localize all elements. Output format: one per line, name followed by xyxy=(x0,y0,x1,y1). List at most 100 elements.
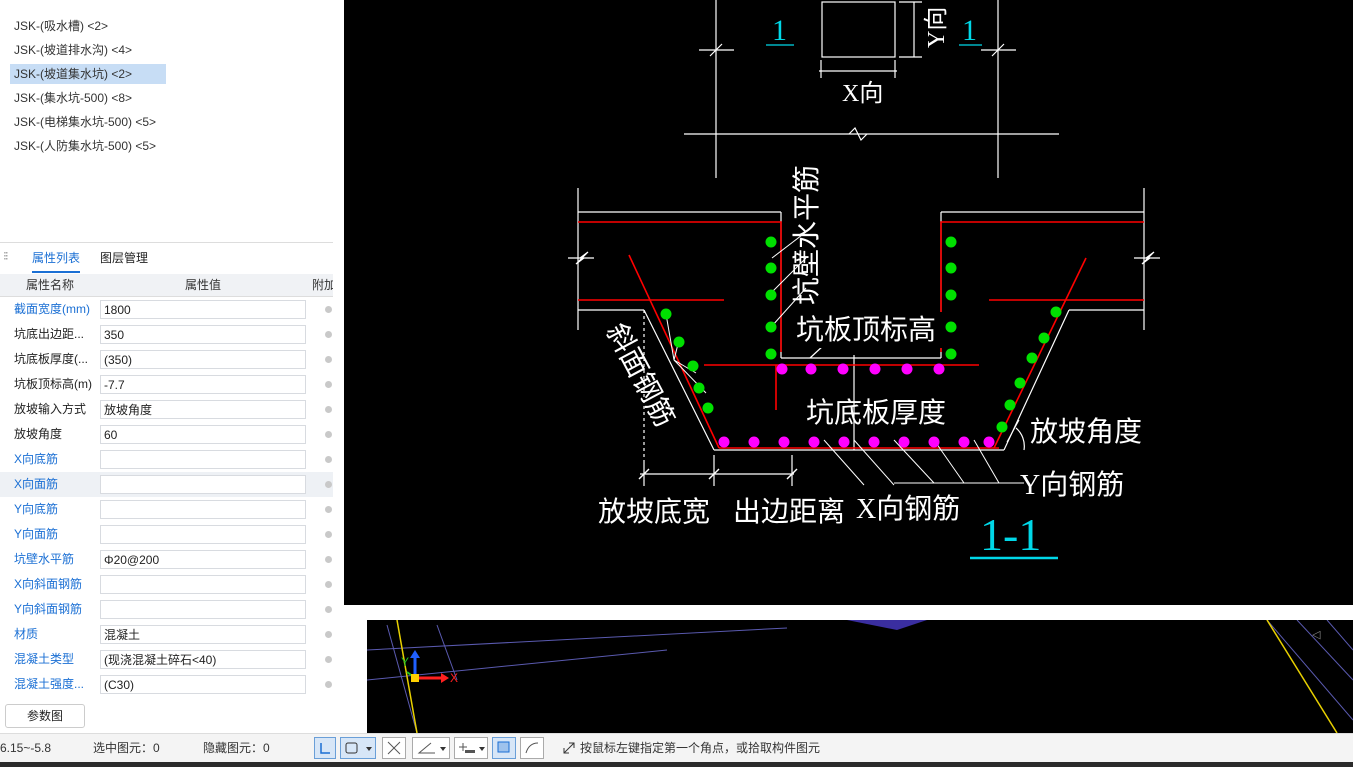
tab-properties[interactable]: 属性列表 xyxy=(32,249,81,273)
property-row[interactable]: Y向斜面钢筋 xyxy=(0,597,367,622)
property-name: 混凝土类型 xyxy=(14,652,75,666)
property-row[interactable]: 坑底出边距... 350 xyxy=(0,322,367,347)
property-row[interactable]: 放坡角度 60 xyxy=(0,422,367,447)
tree-item[interactable]: JSK-(吸水槽) <2> xyxy=(10,16,112,36)
extra-checkbox[interactable] xyxy=(325,506,332,513)
extra-checkbox[interactable] xyxy=(325,306,332,313)
property-row[interactable]: Y向底筋 xyxy=(0,497,367,522)
axis-gizmo: Y X xyxy=(401,650,458,685)
wall-horizontal-rebar-label: 坑壁水平筋 xyxy=(791,165,823,305)
ortho-toggle-button[interactable] xyxy=(314,737,336,759)
angle-snap-button[interactable] xyxy=(412,737,450,759)
panel-tabs: ⁝⁝ 属性列表 图层管理 xyxy=(0,242,333,273)
property-row[interactable]: 混凝土强度... (C30) xyxy=(0,672,367,697)
extra-checkbox[interactable] xyxy=(325,331,332,338)
component-tree: JSK-(吸水槽) <2> JSK-(坡道排水沟) <4> JSK-(坡道集水坑… xyxy=(0,0,334,240)
property-row[interactable]: 材质 混凝土 xyxy=(0,622,367,647)
extra-checkbox[interactable] xyxy=(325,656,332,663)
tab-layers[interactable]: 图层管理 xyxy=(100,249,148,271)
extra-checkbox[interactable] xyxy=(325,581,332,588)
property-row[interactable]: 截面宽度(mm) 1800 xyxy=(0,297,367,322)
property-value-field[interactable]: 放坡角度 xyxy=(100,400,306,419)
slope-rebar-label: 斜面钢筋 xyxy=(600,318,681,432)
property-row[interactable]: 坑壁水平筋 Φ20@200 xyxy=(0,547,367,572)
curve-toggle-button[interactable] xyxy=(520,737,544,759)
model-viewport[interactable]: ◁ Y X xyxy=(366,619,1353,734)
left-panel: JSK-(吸水槽) <2> JSK-(坡道排水沟) <4> JSK-(坡道集水坑… xyxy=(0,0,367,733)
property-row[interactable]: 坑底板厚度(... (350) xyxy=(0,347,367,372)
property-row[interactable]: X向面筋 xyxy=(0,472,367,497)
drag-grip-icon[interactable]: ⁝⁝ xyxy=(3,249,8,263)
extra-checkbox[interactable] xyxy=(325,606,332,613)
property-grid-header: 属性名称 属性值 附加 xyxy=(0,274,367,297)
tree-item[interactable]: JSK-(人防集水坑-500) <5> xyxy=(10,136,160,156)
extra-checkbox[interactable] xyxy=(325,681,332,688)
section-mark-left: 1 xyxy=(772,14,787,47)
tree-item[interactable]: JSK-(集水坑-500) <8> xyxy=(10,88,136,108)
extra-checkbox[interactable] xyxy=(325,356,332,363)
y-direction-label: Y向 xyxy=(923,7,950,48)
property-name: X向斜面钢筋 xyxy=(14,577,83,591)
tree-item[interactable]: JSK-(电梯集水坑-500) <5> xyxy=(10,112,160,132)
svg-text:◁: ◁ xyxy=(1312,629,1321,641)
slab-top-elevation-label: 坑板顶标高 xyxy=(796,314,936,346)
extra-checkbox[interactable] xyxy=(325,631,332,638)
property-name: 放坡角度 xyxy=(14,427,63,441)
tree-item[interactable]: JSK-(坡道排水沟) <4> xyxy=(10,40,136,60)
extra-checkbox[interactable] xyxy=(325,456,332,463)
property-name: Y向底筋 xyxy=(14,502,59,516)
extra-checkbox[interactable] xyxy=(325,556,332,563)
extra-checkbox[interactable] xyxy=(325,431,332,438)
property-value-field[interactable]: Φ20@200 xyxy=(100,550,306,569)
tree-item-selected[interactable]: JSK-(坡道集水坑) <2> xyxy=(10,64,166,84)
property-name: 放坡输入方式 xyxy=(14,402,87,416)
status-bar: 6.15~-5.8 选中图元：0 隐藏图元：0 按鼠标左键指定第一个角点，或拾取… xyxy=(0,733,1353,763)
taskbar xyxy=(0,762,1353,767)
property-name: Y向斜面钢筋 xyxy=(14,602,83,616)
extra-checkbox[interactable] xyxy=(325,481,332,488)
extra-checkbox[interactable] xyxy=(325,531,332,538)
hidden-count: 隐藏图元：0 xyxy=(203,741,270,755)
section-drawing: 1 1 X向 Y向 坑壁水平筋 坑板顶标高 斜面钢筋 坑底板厚度 放坡角度 Y向… xyxy=(568,0,1160,560)
property-value-field[interactable] xyxy=(100,500,306,519)
property-name: X向底筋 xyxy=(14,452,59,466)
property-name: 截面宽度(mm) xyxy=(14,302,90,316)
offset-button[interactable] xyxy=(454,737,488,759)
property-value-field[interactable] xyxy=(100,575,306,594)
property-name: 坑板顶标高(m) xyxy=(14,377,92,391)
property-value-field[interactable]: (C30) xyxy=(100,675,306,694)
property-value-field[interactable] xyxy=(100,525,306,544)
cross-toggle-button[interactable] xyxy=(382,737,406,759)
property-value-field[interactable]: (现浇混凝土碎石<40) xyxy=(100,650,306,669)
property-name: 坑底板厚度(... xyxy=(14,352,88,366)
property-value-field[interactable]: 1800 xyxy=(100,300,306,319)
display-toggle-button[interactable] xyxy=(492,737,516,759)
extra-checkbox[interactable] xyxy=(325,406,332,413)
property-row[interactable]: 放坡输入方式 放坡角度 xyxy=(0,397,367,422)
snap-dropdown-button[interactable] xyxy=(340,737,376,759)
property-name: X向面筋 xyxy=(14,477,59,491)
section-mark-right: 1 xyxy=(962,14,977,47)
property-name: Y向面筋 xyxy=(14,527,59,541)
parameter-diagram-button[interactable]: 参数图 xyxy=(5,704,85,728)
status-hint: 按鼠标左键指定第一个角点，或拾取构件图元 xyxy=(580,741,821,755)
property-value-field[interactable] xyxy=(100,475,306,494)
property-row[interactable]: X向斜面钢筋 xyxy=(0,572,367,597)
property-row[interactable]: Y向面筋 xyxy=(0,522,367,547)
property-row[interactable]: 坑板顶标高(m) -7.7 xyxy=(0,372,367,397)
property-value-field[interactable] xyxy=(100,450,306,469)
property-row[interactable]: 混凝土类型 (现浇混凝土碎石<40) xyxy=(0,647,367,672)
section-title: 1-1 xyxy=(980,509,1041,560)
property-name: 材质 xyxy=(14,627,39,641)
property-value-field[interactable] xyxy=(100,600,306,619)
extra-checkbox[interactable] xyxy=(325,381,332,388)
property-value-field[interactable]: (350) xyxy=(100,350,306,369)
property-name: 混凝土强度... xyxy=(14,677,85,691)
parameter-diagram-canvas: 1 1 X向 Y向 坑壁水平筋 坑板顶标高 斜面钢筋 坑底板厚度 放坡角度 Y向… xyxy=(344,0,1353,605)
property-value-field[interactable]: 350 xyxy=(100,325,306,344)
property-value-field[interactable]: 混凝土 xyxy=(100,625,306,644)
property-row[interactable]: X向底筋 xyxy=(0,447,367,472)
property-value-field[interactable]: 60 xyxy=(100,425,306,444)
x-rebar-label: X向钢筋 xyxy=(856,493,960,525)
property-value-field[interactable]: -7.7 xyxy=(100,375,306,394)
